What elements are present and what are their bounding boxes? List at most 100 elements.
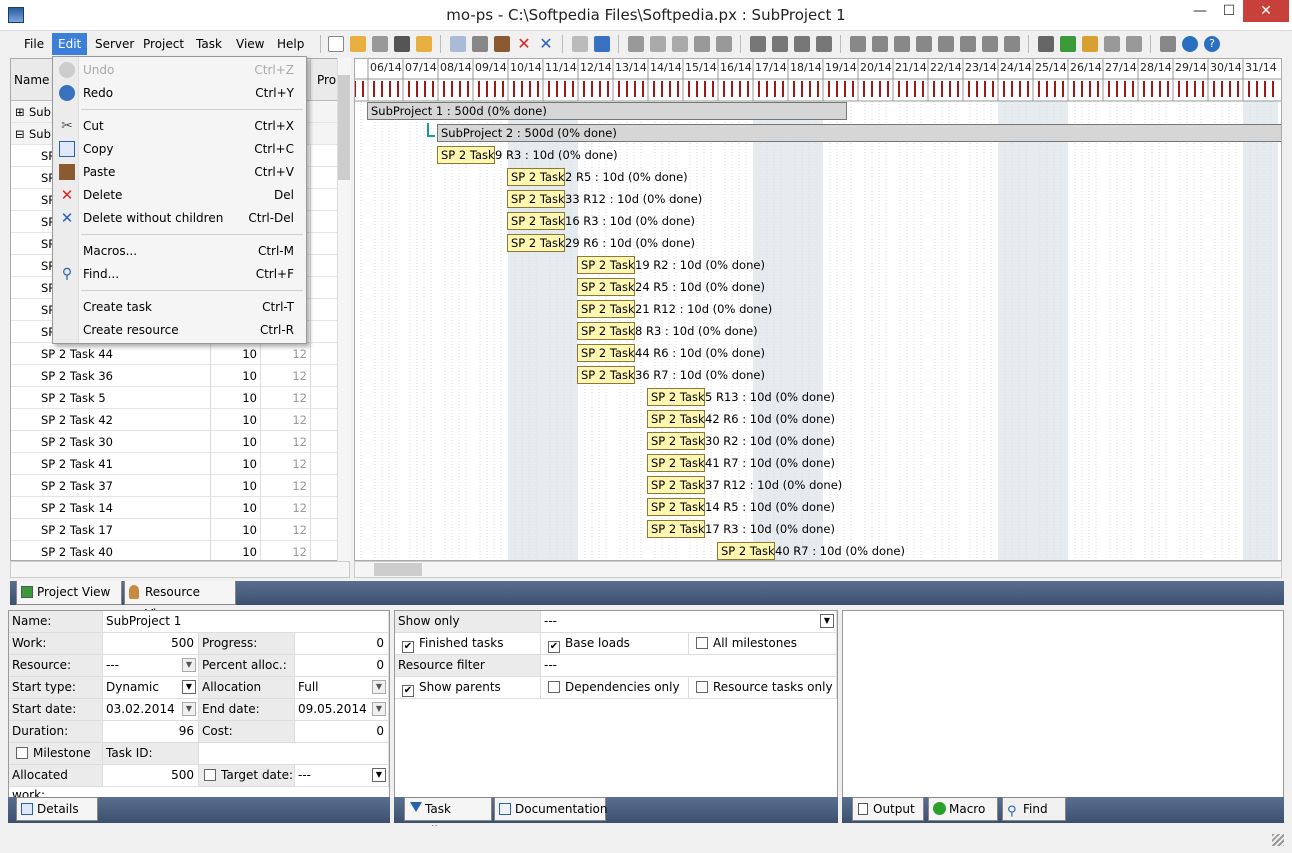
gantt-horizontal-scrollbar[interactable] — [354, 561, 1282, 578]
save-icon[interactable] — [372, 36, 388, 52]
settings-icon[interactable] — [1160, 36, 1176, 52]
tab-documentation[interactable]: Documentation — [494, 797, 608, 821]
delete-children-icon[interactable]: ✕ — [538, 36, 554, 52]
menu-edit[interactable]: Edit — [52, 33, 88, 55]
cost-field[interactable]: 0 — [295, 721, 389, 743]
task-bar[interactable]: SP 2 Task — [577, 344, 635, 362]
task-bar[interactable]: SP 2 Task — [647, 520, 705, 538]
menu-item-undo[interactable]: Undo Ctrl+Z — [53, 59, 306, 81]
alloctype-select[interactable]: Full ▼ — [295, 677, 389, 699]
table-row[interactable]: SP 2 Task 17 10 12 — [11, 519, 341, 541]
tab-find[interactable]: ⚲ Find — [1002, 797, 1066, 821]
calendar-icon[interactable] — [1104, 36, 1120, 52]
print-preview-icon[interactable] — [716, 36, 732, 52]
cut-icon[interactable] — [472, 36, 488, 52]
menu-item-macros[interactable]: Macros... Ctrl-M — [53, 240, 306, 262]
outdent-icon[interactable] — [772, 36, 788, 52]
task-bar[interactable]: SP 2 Task — [437, 146, 495, 164]
collapse-icon[interactable]: ⊟ — [15, 127, 25, 141]
resource-select[interactable]: --- ▼ — [103, 655, 199, 677]
calculator-icon[interactable] — [1038, 36, 1054, 52]
copy-icon[interactable] — [450, 36, 466, 52]
chevron-down-icon[interactable]: ▼ — [372, 702, 386, 716]
menu-item-cut[interactable]: ✂ Cut Ctrl+X — [53, 115, 306, 137]
print-icon[interactable] — [694, 36, 710, 52]
tab-project-view[interactable]: Project View — [16, 581, 122, 605]
dependencies-only-checkbox[interactable]: Dependencies only — [541, 677, 689, 699]
table-row[interactable]: SP 2 Task 41 10 12 — [11, 453, 341, 475]
menu-item-copy[interactable]: Copy Ctrl+C — [53, 138, 306, 160]
table-row[interactable]: SP 2 Task 36 10 12 — [11, 365, 341, 387]
task-bar[interactable]: SP 2 Task — [647, 476, 705, 494]
percent-field[interactable]: 0 — [295, 655, 389, 677]
task-bar[interactable]: SP 2 Task — [647, 388, 705, 406]
link-icon[interactable] — [794, 36, 810, 52]
table-row[interactable]: SP 2 Task 30 10 12 — [11, 431, 341, 453]
report-icon[interactable] — [1126, 36, 1142, 52]
resource-tasks-only-checkbox[interactable]: Resource tasks only — [689, 677, 837, 699]
chevron-down-icon[interactable]: ▼ — [182, 702, 196, 716]
subproject-bar[interactable]: SubProject 1 : 500d (0% done) — [367, 102, 847, 120]
menu-task[interactable]: Task — [190, 33, 228, 55]
allocwork-field[interactable]: 500 — [103, 765, 199, 787]
all-milestones-checkbox[interactable]: All milestones — [689, 633, 837, 655]
resize-grip-icon[interactable] — [1272, 834, 1284, 846]
gantt-chart[interactable]: 406/1407/1408/1409/1410/1411/1412/1413/1… — [354, 58, 1282, 561]
menu-project[interactable]: Project — [137, 33, 190, 55]
close-button[interactable]: ✕ — [1243, 0, 1289, 22]
grid-scroll-thumb[interactable] — [338, 75, 350, 180]
base-loads-checkbox[interactable]: ✔ Base loads — [541, 633, 689, 655]
paste-icon[interactable] — [494, 36, 510, 52]
target-date-select[interactable]: --- ▼ — [295, 765, 389, 787]
tab-macro[interactable]: Macro — [928, 797, 998, 821]
subproject-bar[interactable]: SubProject 2 : 500d (0% done) — [437, 124, 1281, 142]
task-bar[interactable]: SP 2 Task — [647, 498, 705, 516]
task-bar[interactable]: SP 2 Task — [507, 212, 565, 230]
maximize-button[interactable]: ☐ — [1215, 0, 1243, 22]
starttype-select[interactable]: Dynamic ▼ — [103, 677, 199, 699]
menu-file[interactable]: File — [18, 33, 50, 55]
zoom-out-icon[interactable] — [672, 36, 688, 52]
menu-item-create-task[interactable]: Create task Ctrl-T — [53, 296, 306, 318]
tab-task-filter[interactable]: Task Filter — [404, 797, 492, 838]
info-icon[interactable] — [1182, 36, 1198, 52]
minimize-button[interactable]: — — [1185, 0, 1215, 22]
duration-field[interactable]: 96 — [103, 721, 199, 743]
taskid-field[interactable] — [199, 743, 389, 765]
menu-item-paste[interactable]: Paste Ctrl+V — [53, 161, 306, 183]
task-bar[interactable]: SP 2 Task — [577, 322, 635, 340]
collapse-icon[interactable] — [938, 36, 954, 52]
checkbox-icon[interactable] — [16, 747, 28, 759]
menu-item-redo[interactable]: Redo Ctrl+Y — [53, 82, 306, 104]
chart-icon[interactable] — [1082, 36, 1098, 52]
save-as-icon[interactable] — [394, 36, 410, 52]
unlink-icon[interactable] — [816, 36, 832, 52]
checkmark-icon[interactable]: ✔ — [402, 685, 414, 697]
checkmark-icon[interactable]: ✔ — [548, 641, 560, 653]
checkbox-icon[interactable] — [696, 681, 708, 693]
checkbox-icon[interactable] — [204, 769, 216, 781]
chevron-down-icon[interactable]: ▼ — [372, 680, 386, 694]
table-row[interactable]: SP 2 Task 37 10 12 — [11, 475, 341, 497]
startdate-picker[interactable]: 03.02.2014 ▼ — [103, 699, 199, 721]
table-row[interactable]: SP 2 Task 40 10 12 — [11, 541, 341, 560]
task-bar[interactable]: SP 2 Task — [577, 366, 635, 384]
checkbox-icon[interactable] — [696, 637, 708, 649]
chevron-down-icon[interactable]: ▼ — [182, 680, 196, 694]
task-bar[interactable]: SP 2 Task — [647, 454, 705, 472]
enddate-picker[interactable]: 09.05.2014 ▼ — [295, 699, 389, 721]
menu-item-delete-without-children[interactable]: ✕ Delete without children Ctrl-Del — [53, 207, 306, 229]
chevron-down-icon[interactable]: ▼ — [372, 768, 386, 782]
chevron-down-icon[interactable]: ▼ — [820, 614, 834, 628]
expand-icon[interactable] — [916, 36, 932, 52]
move-up-icon[interactable] — [872, 36, 888, 52]
gantt-scroll-thumb[interactable] — [374, 563, 422, 576]
chevron-down-icon[interactable]: ▼ — [182, 658, 196, 672]
undo-icon[interactable] — [572, 36, 588, 52]
menu-view[interactable]: View — [230, 33, 270, 55]
resfilter-field[interactable]: --- — [541, 655, 837, 677]
show-parents-checkbox[interactable]: ✔ Show parents — [395, 677, 541, 699]
new-icon[interactable] — [328, 36, 344, 52]
table-row[interactable]: SP 2 Task 44 10 12 — [11, 343, 341, 365]
checkmark-icon[interactable]: ✔ — [402, 641, 414, 653]
